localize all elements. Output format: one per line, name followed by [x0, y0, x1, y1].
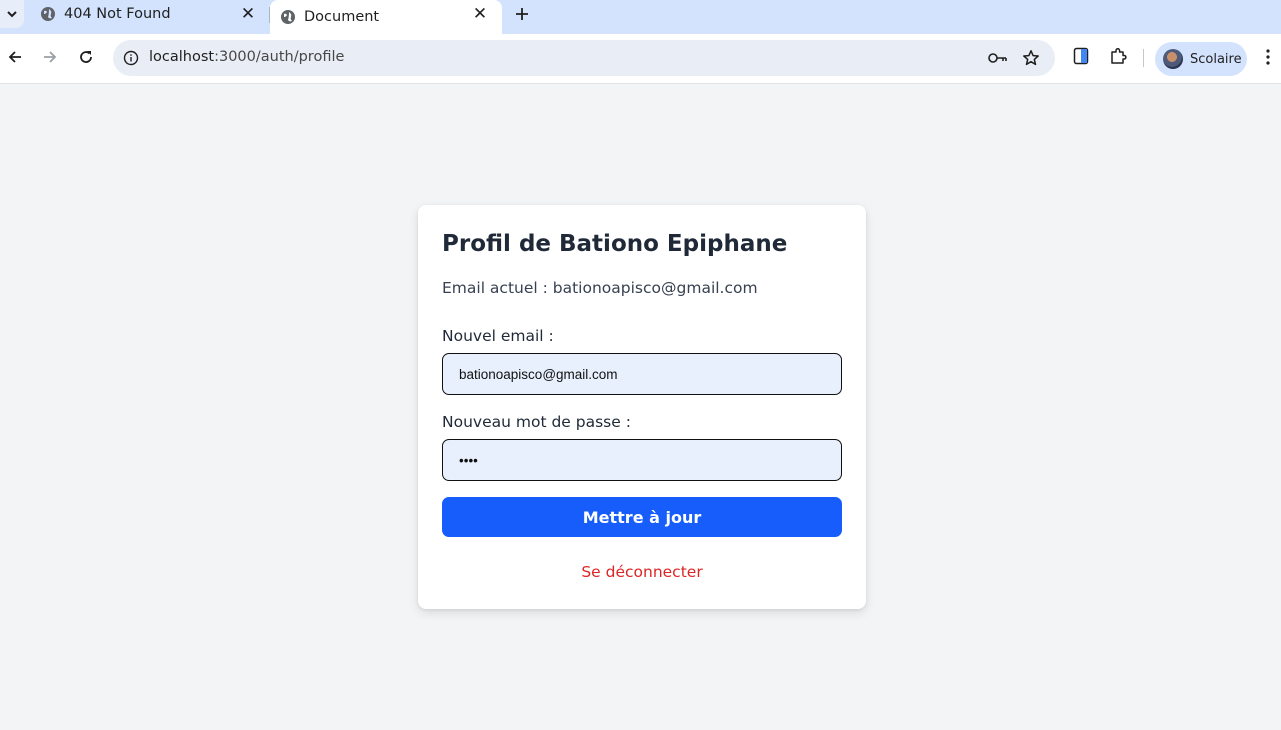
info-icon[interactable] [121, 48, 141, 68]
extensions-icon [1109, 47, 1127, 69]
globe-icon [40, 6, 56, 22]
url-host: localhost [149, 49, 215, 65]
close-icon[interactable]: ✕ [470, 4, 490, 24]
close-icon[interactable]: ✕ [238, 4, 258, 24]
forward-button[interactable] [37, 46, 63, 72]
reload-icon [78, 49, 94, 69]
tab-title: Document [304, 9, 380, 25]
password-field[interactable] [442, 439, 842, 481]
new-tab-button[interactable] [510, 3, 534, 25]
current-email-text: Email actuel : bationoapisco@gmail.com [442, 279, 758, 297]
key-icon[interactable] [988, 48, 1008, 68]
profile-button[interactable]: Scolaire [1155, 42, 1247, 76]
globe-icon [280, 9, 296, 25]
star-icon[interactable] [1021, 48, 1041, 68]
side-panel-icon [1073, 47, 1089, 69]
back-arrow-icon [7, 49, 23, 69]
page-title: Profil de Bationo Epiphane [442, 231, 788, 257]
forward-arrow-icon [42, 49, 58, 69]
logout-link[interactable]: Se déconnecter [418, 563, 866, 581]
reload-button[interactable] [73, 46, 99, 72]
extensions-button[interactable] [1106, 46, 1130, 70]
toolbar-separator [1143, 49, 1144, 67]
tab-list-icon [6, 5, 18, 24]
browser-toolbar: localhost:3000/auth/profile Scolaire [0, 34, 1281, 84]
url-text: localhost:3000/auth/profile [149, 49, 344, 65]
tab-document[interactable]: Document ✕ [270, 0, 502, 34]
url-path: :3000/auth/profile [214, 49, 345, 65]
tab-list-button[interactable] [0, 0, 24, 28]
browser-menu-button[interactable] [1258, 46, 1278, 72]
profile-name: Scolaire [1190, 51, 1242, 67]
more-vert-icon [1266, 49, 1270, 69]
address-bar[interactable]: localhost:3000/auth/profile [113, 40, 1055, 76]
profile-card: Profil de Bationo Epiphane Email actuel … [418, 205, 866, 609]
plus-icon [515, 2, 529, 26]
tab-strip: 404 Not Found ✕ Document ✕ [0, 0, 1281, 34]
tab-title: 404 Not Found [64, 6, 171, 22]
tab-404-not-found[interactable]: 404 Not Found ✕ [28, 0, 270, 28]
avatar [1163, 49, 1183, 69]
password-label: Nouveau mot de passe : [442, 413, 631, 431]
side-panel-button[interactable] [1069, 46, 1093, 70]
update-button[interactable]: Mettre à jour [442, 497, 842, 537]
email-label: Nouvel email : [442, 327, 554, 345]
back-button[interactable] [2, 46, 28, 72]
email-field[interactable] [442, 353, 842, 395]
